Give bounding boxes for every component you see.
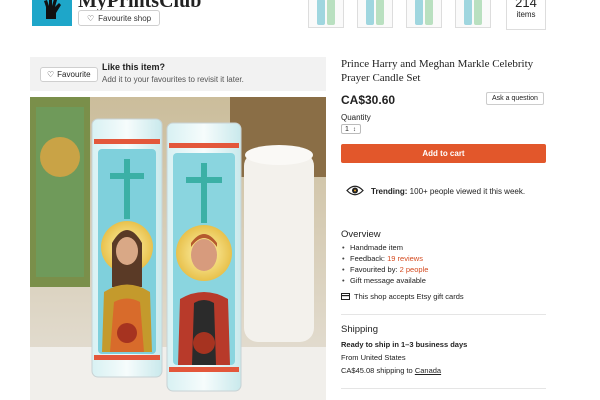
gift-card-text: This shop accepts Etsy gift cards	[354, 292, 464, 301]
items-count-box[interactable]: 214 items	[506, 0, 546, 30]
shipping-cost-text: CA$45.08 shipping to	[341, 366, 415, 375]
hand-icon	[44, 0, 61, 19]
ship-ready-text: Ready to ship in 1–3 business days	[341, 340, 468, 349]
ship-from-text: From United States	[341, 353, 406, 362]
list-item: Handmade item	[341, 242, 428, 253]
shop-item-thumbnail[interactable]	[406, 0, 442, 28]
overview-list: Handmade item Feedback: 19 reviews Favou…	[341, 242, 428, 286]
gift-card-icon	[341, 293, 350, 300]
trending-detail: 100+ people viewed it this week.	[407, 187, 526, 196]
shop-item-thumbnail[interactable]	[455, 0, 491, 28]
product-title: Prince Harry and Meghan Markle Celebrity…	[341, 58, 534, 84]
list-item: Gift message available	[341, 275, 428, 286]
favourite-shop-label: Favourite shop	[98, 13, 152, 23]
heart-icon: ♡	[47, 70, 55, 79]
heart-icon: ♡	[87, 13, 95, 23]
shop-item-thumbnail[interactable]	[357, 0, 393, 28]
trending-text: Trending: 100+ people viewed it this wee…	[371, 187, 525, 196]
product-price: CA$30.60	[341, 93, 396, 107]
favourited-label: Favourited by:	[350, 265, 400, 274]
favourite-label: Favourite	[57, 70, 91, 79]
feedback-label: Feedback:	[350, 254, 388, 263]
shipping-title: Shipping	[341, 324, 378, 335]
gift-card-note: This shop accepts Etsy gift cards	[341, 292, 464, 301]
list-item: Favourited by: 2 people	[341, 264, 428, 275]
items-count: 214	[515, 0, 537, 10]
quantity-label: Quantity	[341, 113, 371, 122]
favourite-prompt: ♡ Favourite Like this item? Add it to yo…	[30, 57, 326, 91]
quantity-value: 1	[345, 126, 349, 133]
like-title: Like this item?	[102, 62, 166, 72]
ask-question-button[interactable]: Ask a question	[486, 92, 544, 105]
list-item: Feedback: 19 reviews	[341, 253, 428, 264]
add-to-cart-button[interactable]: Add to cart	[341, 144, 546, 163]
like-subtitle: Add it to your favourites to revisit it …	[102, 75, 244, 84]
divider	[341, 314, 546, 315]
shipping-cost: CA$45.08 shipping to Canada	[341, 366, 441, 375]
quantity-select[interactable]: 1 ↕	[341, 124, 361, 134]
shipping-country-link[interactable]: Canada	[415, 366, 441, 375]
reviews-link[interactable]: 19 reviews	[387, 254, 423, 263]
overview-title: Overview	[341, 229, 381, 240]
shop-item-thumbnail[interactable]	[308, 0, 344, 28]
favourited-link[interactable]: 2 people	[400, 265, 429, 274]
items-label: items	[516, 10, 536, 19]
divider	[341, 388, 546, 389]
favourite-shop-button[interactable]: ♡ Favourite shop	[78, 10, 161, 26]
chevron-updown-icon: ↕	[352, 127, 356, 133]
shop-logo[interactable]	[32, 0, 72, 26]
product-image[interactable]	[30, 97, 326, 400]
eye-icon	[346, 185, 364, 196]
favourite-button[interactable]: ♡ Favourite	[40, 67, 98, 82]
trending-label: Trending:	[371, 187, 408, 196]
